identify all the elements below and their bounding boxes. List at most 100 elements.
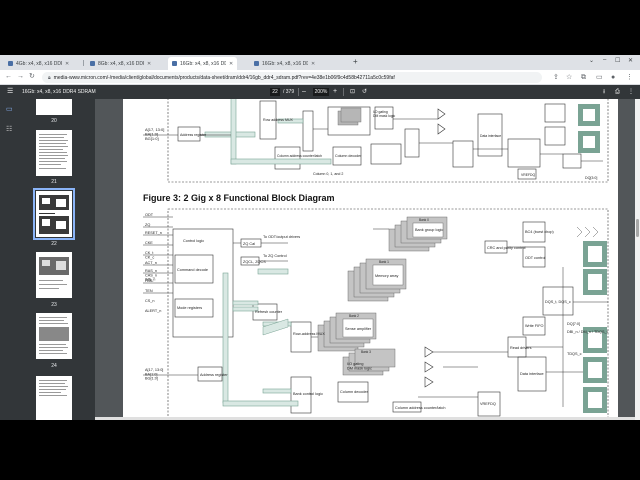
page-thumbnail[interactable] (36, 130, 72, 176)
close-icon[interactable]: ✕ (147, 61, 151, 67)
rotate-icon[interactable]: ↺ (362, 88, 367, 96)
read-drivers-label: Read drivers (510, 346, 532, 350)
cs-pin-label: CS_n (145, 299, 155, 303)
page-thumbnail-selected[interactable] (33, 188, 75, 240)
fit-page-icon[interactable]: ⊡ (350, 88, 355, 96)
new-tab-button[interactable]: + (353, 57, 358, 67)
browser-tab-label: 8Gb: x4, x8, x16 DDR4 SDRAM (98, 60, 144, 67)
sense-amplifier-label: Sense amplifier (345, 327, 372, 331)
zqcl-label: ZQCL, ZQCS (243, 260, 266, 264)
chevron-down-icon[interactable]: ⌄ (589, 57, 594, 64)
dbi-label: DBI_n / DM_n / TDQS_t (567, 330, 609, 334)
pdf-page: A[17, 13:0] BA[1:0] BG[1:0] Address regist… (123, 99, 618, 420)
pdf-toolbar: ☰ 16Gb: x4, x8, x16 DDR4 SDRAM 22 / 379 … (0, 85, 640, 99)
browser-tab-label: 4Gb: x4, x8, x16 DDR4 SDRAM (16, 60, 62, 67)
column-decoder-label: Column decoder (340, 390, 369, 394)
fig2-address-register-label: Address register (180, 133, 207, 137)
pdf-viewer[interactable]: A[17, 13:0] BA[1:0] BG[1:0] Address regist… (95, 99, 640, 420)
site-favicon-icon (254, 61, 259, 66)
zq-pin-label: ZQ (145, 223, 150, 227)
fig2-data-interface-label: Data interface (480, 134, 501, 138)
fig2-vref-label: VREFDQ (521, 173, 535, 177)
star-icon[interactable]: ☆ (566, 73, 572, 82)
memory-array-label: Memory array (375, 274, 399, 278)
page-thumbnail[interactable] (36, 252, 72, 298)
to-zq-label: To ZQ Control (263, 254, 287, 258)
figure-3-title: Figure 3: 2 Gig x 8 Functional Block Dia… (143, 193, 335, 203)
column-counter-label: Column address counter/latch (395, 406, 445, 410)
sidebar-toggle-icon[interactable]: ▭ (596, 73, 603, 82)
more-vertical-icon[interactable]: ⋮ (626, 73, 633, 82)
reload-icon[interactable]: ↻ (29, 72, 35, 82)
browser-tab-2[interactable]: 8Gb: x4, x8, x16 DDR4 SDRAM ✕ (86, 57, 155, 70)
thumbnail-sidebar: ▭ ☷ 20 21 22 23 24 (0, 99, 95, 420)
page-thumbnail[interactable] (36, 376, 72, 420)
browser-tab-strip: 4Gb: x4, x8, x16 DDR4 SDRAM ✕ 8Gb: x4, x… (0, 55, 640, 70)
command-decode-label: Command decode (177, 268, 208, 272)
figure-2-block-diagram: A[17, 13:0] BA[1:0] BG[1:0] Address regist… (143, 99, 609, 183)
pdf-document-title: 16Gb: x4, x8, x16 DDR4 SDRAM (22, 89, 96, 95)
thumbnail-page-number: 23 (51, 302, 57, 308)
window-close-icon[interactable]: ✕ (628, 57, 633, 64)
page-number-input[interactable]: 22 (270, 88, 280, 96)
menu-icon[interactable]: ☰ (7, 87, 13, 96)
browser-tab-3[interactable]: 16Gb: x4, x8, x16 DDR4 SDRAM ✕ (168, 57, 238, 70)
close-icon[interactable]: ✕ (65, 61, 69, 67)
vertical-scrollbar[interactable] (635, 99, 640, 420)
odt-pin-label: ODT (145, 213, 154, 217)
lock-icon: 🔒︎ (48, 74, 51, 81)
browser-tab-4[interactable]: 16Gb: x4, x8, x16 DDR4 SDRAM ✕ (250, 57, 319, 70)
page-thumbnail[interactable] (36, 99, 72, 115)
extensions-icon[interactable]: ⧉ (581, 73, 586, 82)
close-icon[interactable]: ✕ (311, 61, 315, 67)
profile-avatar-icon[interactable]: ● (611, 73, 615, 82)
outline-icon[interactable]: ☷ (6, 125, 12, 133)
thumbnails-icon[interactable]: ▭ (6, 105, 13, 113)
write-fifo-label: Write FIFO (525, 324, 544, 328)
bc4-label: BC4 (burst chop) (525, 230, 554, 234)
url-text: media-www.micron.com/-/media/client/glob… (53, 74, 395, 81)
figure-3-block-diagram: ODT ZQ RESET_n CKE CK_t CK_c ACT_n RAS_n C… (143, 208, 609, 420)
thumbnail-page-number: 20 (51, 118, 57, 124)
bank-label: Bank 3 (361, 350, 371, 354)
bank-label: Bank 0 (419, 218, 429, 222)
horizontal-scrollbar[interactable] (95, 417, 635, 420)
page-total: / 379 (283, 89, 295, 95)
download-icon[interactable]: ⭳ (603, 88, 605, 96)
alert-pin-label: ALERT_n (145, 309, 161, 313)
more-vertical-icon[interactable]: ⋮ (628, 88, 634, 96)
ten-pin-label: TEN (145, 289, 153, 293)
to-odt-label: To ODT/output drivers (263, 235, 300, 239)
fig2-column-decoder-label: Column decoder (335, 154, 362, 158)
vref-label: VREFDQ (480, 402, 496, 406)
browser-tab-label: 16Gb: x4, x8, x16 DDR4 SDRAM (262, 60, 308, 67)
thumbnail-page-number: 21 (51, 179, 57, 185)
minimize-icon[interactable]: – (603, 57, 606, 63)
site-favicon-icon (172, 61, 177, 66)
maximize-icon[interactable]: ☐ (615, 57, 620, 64)
cke-pin-label: CKE (145, 241, 153, 245)
share-icon[interactable]: ⇪ (553, 73, 559, 82)
zoom-out-button[interactable]: – (302, 87, 306, 96)
scrollbar-thumb[interactable] (636, 219, 639, 237)
toolbar-divider (298, 88, 299, 96)
url-field[interactable]: 🔒︎ media-www.micron.com/-/media/client/g… (42, 72, 542, 83)
zoom-level-input[interactable]: 200% (313, 88, 329, 96)
fig2-dq-label: DQ[3:0] (585, 176, 597, 180)
browser-tab-1[interactable]: 4Gb: x4, x8, x16 DDR4 SDRAM ✕ (4, 57, 73, 70)
forward-arrow-icon[interactable]: → (17, 72, 24, 82)
control-logic-label: Control logic (183, 239, 204, 243)
page-thumbnail[interactable] (36, 313, 72, 359)
mode-registers-label: Mode registers (177, 306, 202, 310)
back-arrow-icon[interactable]: ← (5, 72, 12, 82)
zq-cal-label: ZQ Cal (243, 242, 255, 246)
toolbar-divider (343, 88, 344, 96)
refresh-counter-label: Refresh counter (255, 310, 283, 314)
bank-label: Bank 2 (349, 314, 359, 318)
address-input-label: A[17, 13:0] BA[1:0] BG[1:0] (145, 368, 163, 381)
close-icon[interactable]: ✕ (229, 61, 233, 67)
bank-group-label: Bank group logic (415, 228, 443, 232)
print-icon[interactable]: ⎙ (615, 88, 620, 96)
zoom-in-button[interactable]: + (333, 87, 337, 96)
browser-tab-label: 16Gb: x4, x8, x16 DDR4 SDRAM (180, 60, 226, 67)
